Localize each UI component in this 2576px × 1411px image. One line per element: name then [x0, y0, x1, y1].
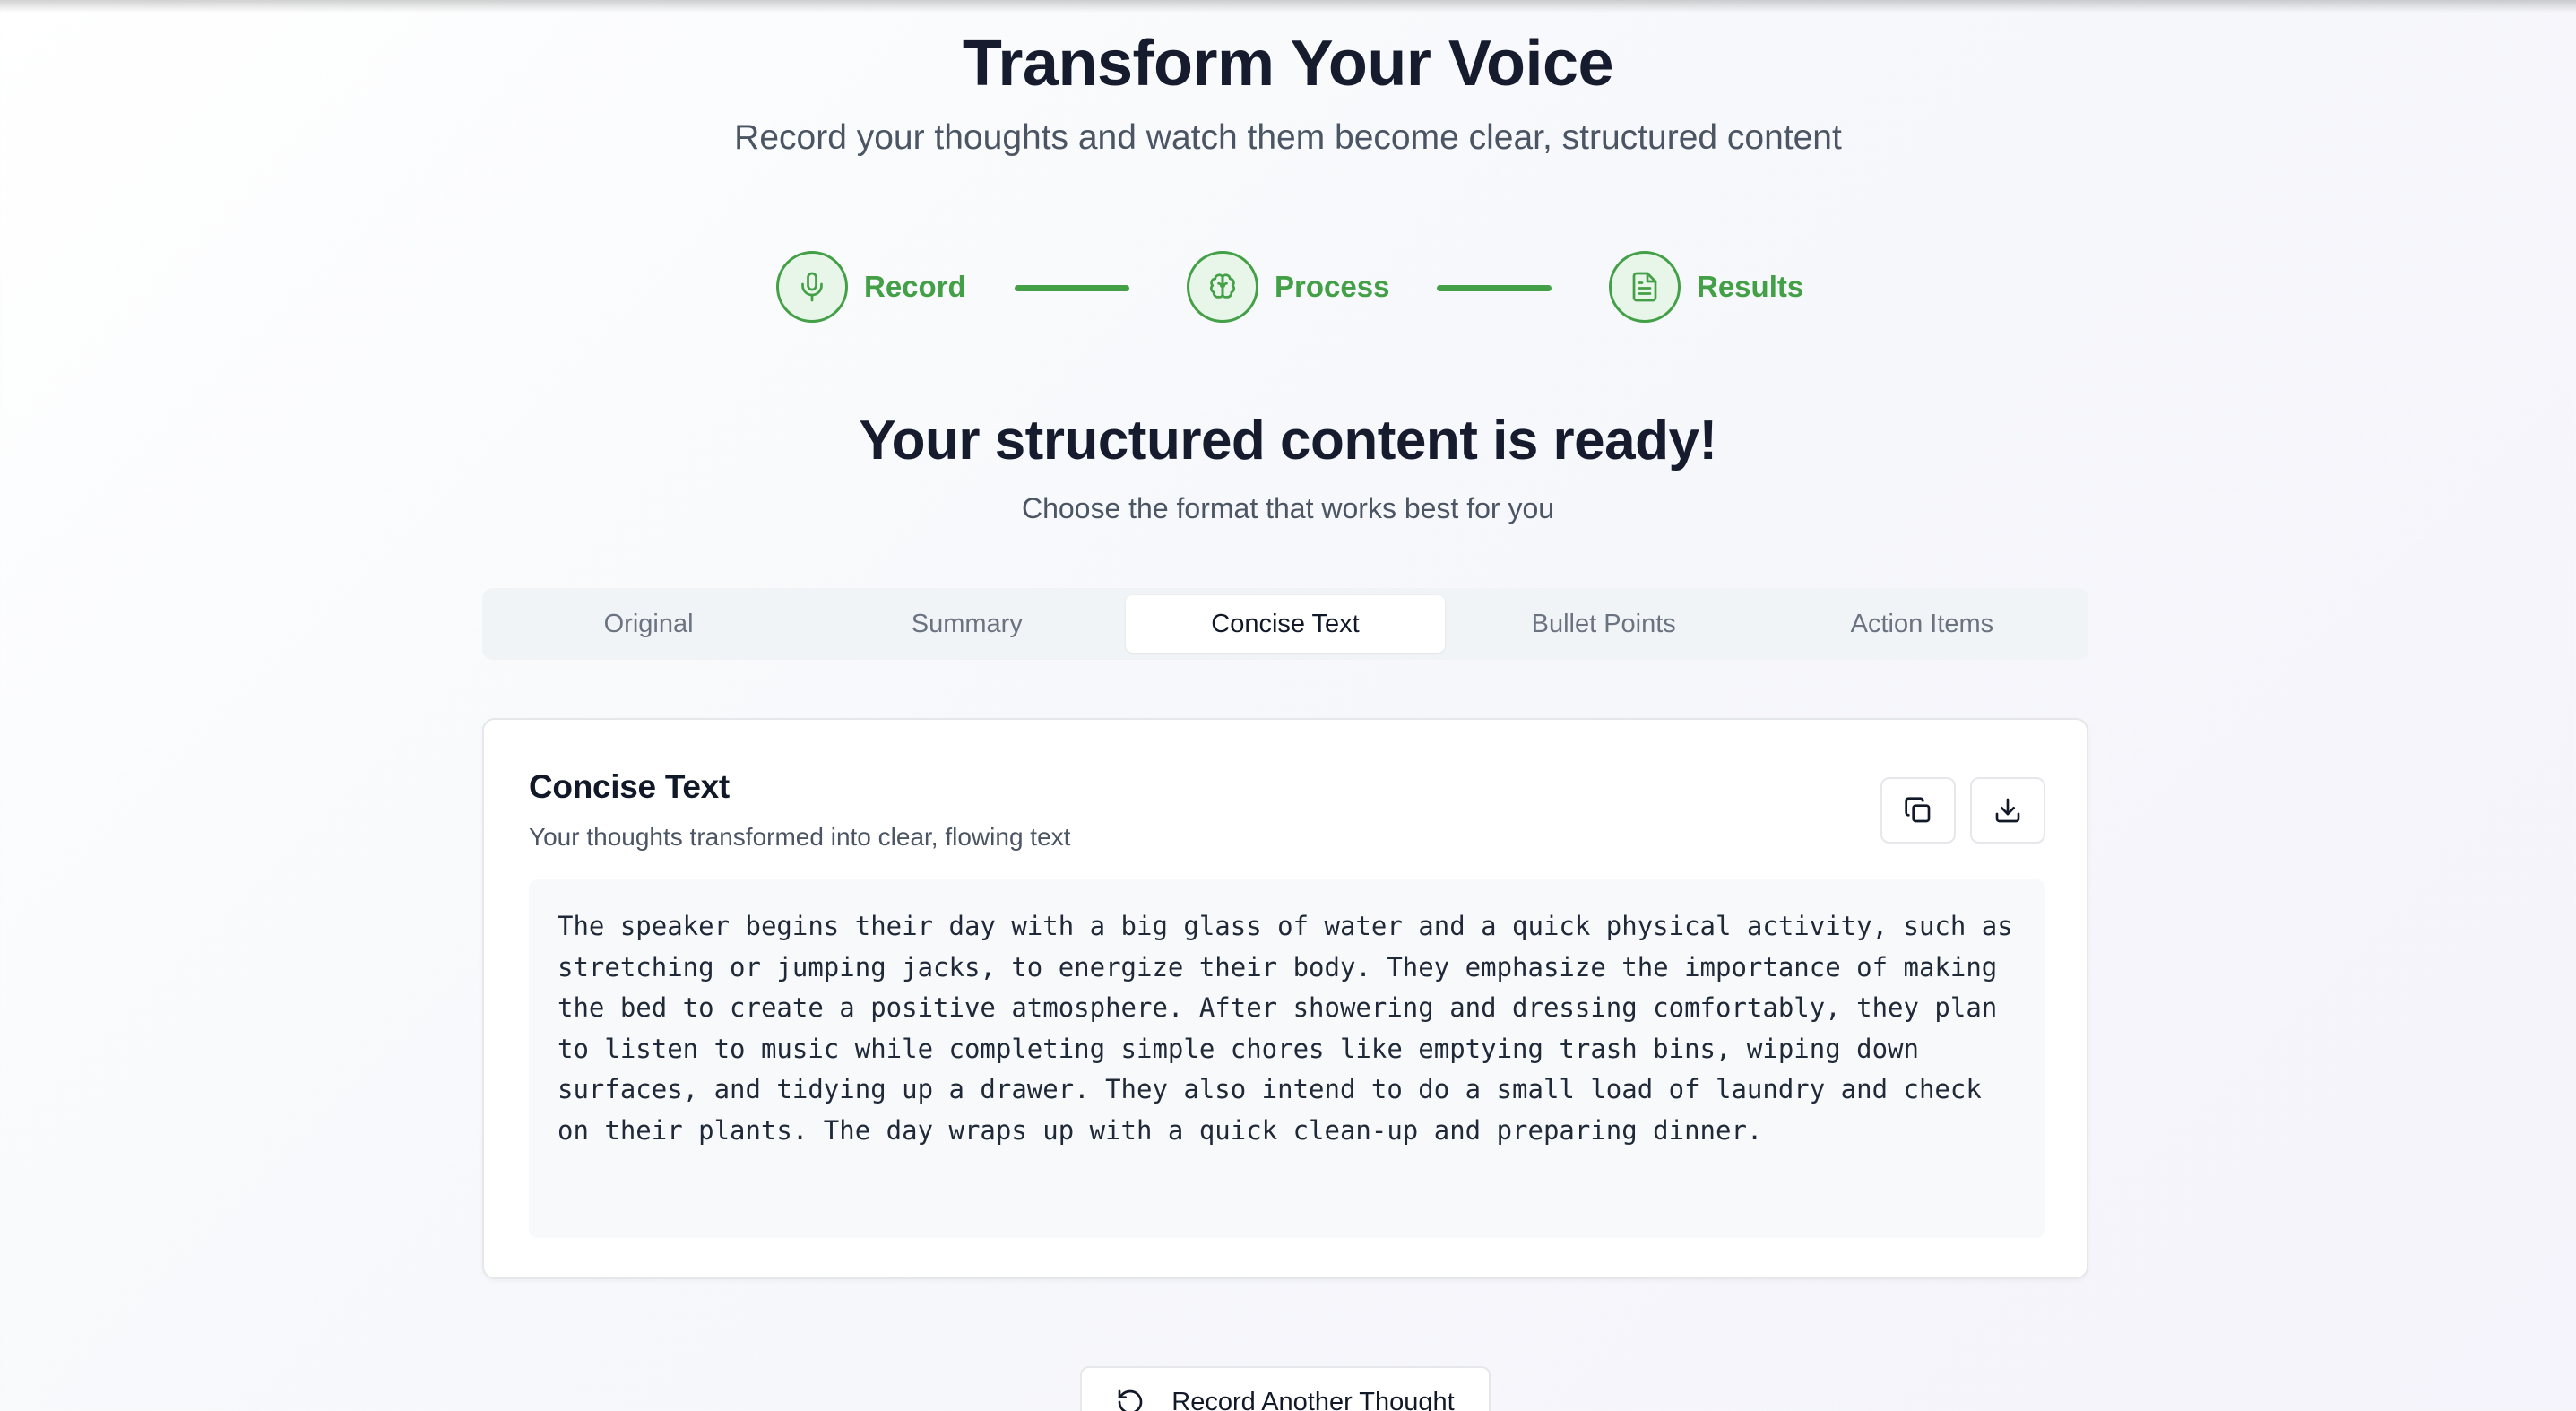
- tab-summary[interactable]: Summary: [808, 595, 1126, 653]
- tab-action-items[interactable]: Action Items: [1763, 595, 2081, 653]
- step-process: Process: [1187, 250, 1389, 324]
- concise-text-content: The speaker begins their day with a big …: [529, 879, 2045, 1238]
- page-subtitle: Record your thoughts and watch them beco…: [734, 118, 1842, 157]
- card-description: Your thoughts transformed into clear, fl…: [529, 823, 1071, 851]
- step-label-results: Results: [1697, 270, 1804, 303]
- format-tabs: Original Summary Concise Text Bullet Poi…: [482, 588, 2088, 660]
- results-subheading: Choose the format that works best for yo…: [1021, 492, 1555, 524]
- step-label-process: Process: [1275, 270, 1390, 303]
- tab-original[interactable]: Original: [489, 595, 808, 653]
- copy-icon: [1905, 797, 1931, 823]
- record-another-label: Record Another Thought: [1171, 1387, 1455, 1411]
- download-icon: [1995, 798, 2020, 823]
- card-title: Concise Text: [529, 768, 730, 805]
- step-record: Record: [776, 250, 966, 324]
- document-icon: [1609, 251, 1681, 323]
- page: Transform Your Voice Record your thought…: [0, 0, 2576, 1411]
- tab-concise-text[interactable]: Concise Text: [1126, 595, 1445, 653]
- progress-steps: Record Process Results: [0, 250, 2576, 324]
- step-connector-2: [1437, 285, 1552, 291]
- tab-bullet-points[interactable]: Bullet Points: [1445, 595, 1763, 653]
- copy-button[interactable]: [1880, 777, 1956, 844]
- record-another-button[interactable]: Record Another Thought: [1080, 1366, 1491, 1411]
- brain-icon: [1187, 251, 1258, 323]
- rotate-ccw-icon: [1118, 1389, 1143, 1411]
- page-title: Transform Your Voice: [962, 28, 1614, 100]
- microphone-icon: [776, 251, 848, 323]
- download-button[interactable]: [1970, 777, 2045, 844]
- result-card: Concise Text Your thoughts transformed i…: [482, 718, 2088, 1279]
- step-connector-1: [1015, 285, 1129, 291]
- results-heading: Your structured content is ready!: [859, 410, 1717, 472]
- step-results: Results: [1609, 250, 1803, 324]
- step-label-record: Record: [864, 270, 966, 303]
